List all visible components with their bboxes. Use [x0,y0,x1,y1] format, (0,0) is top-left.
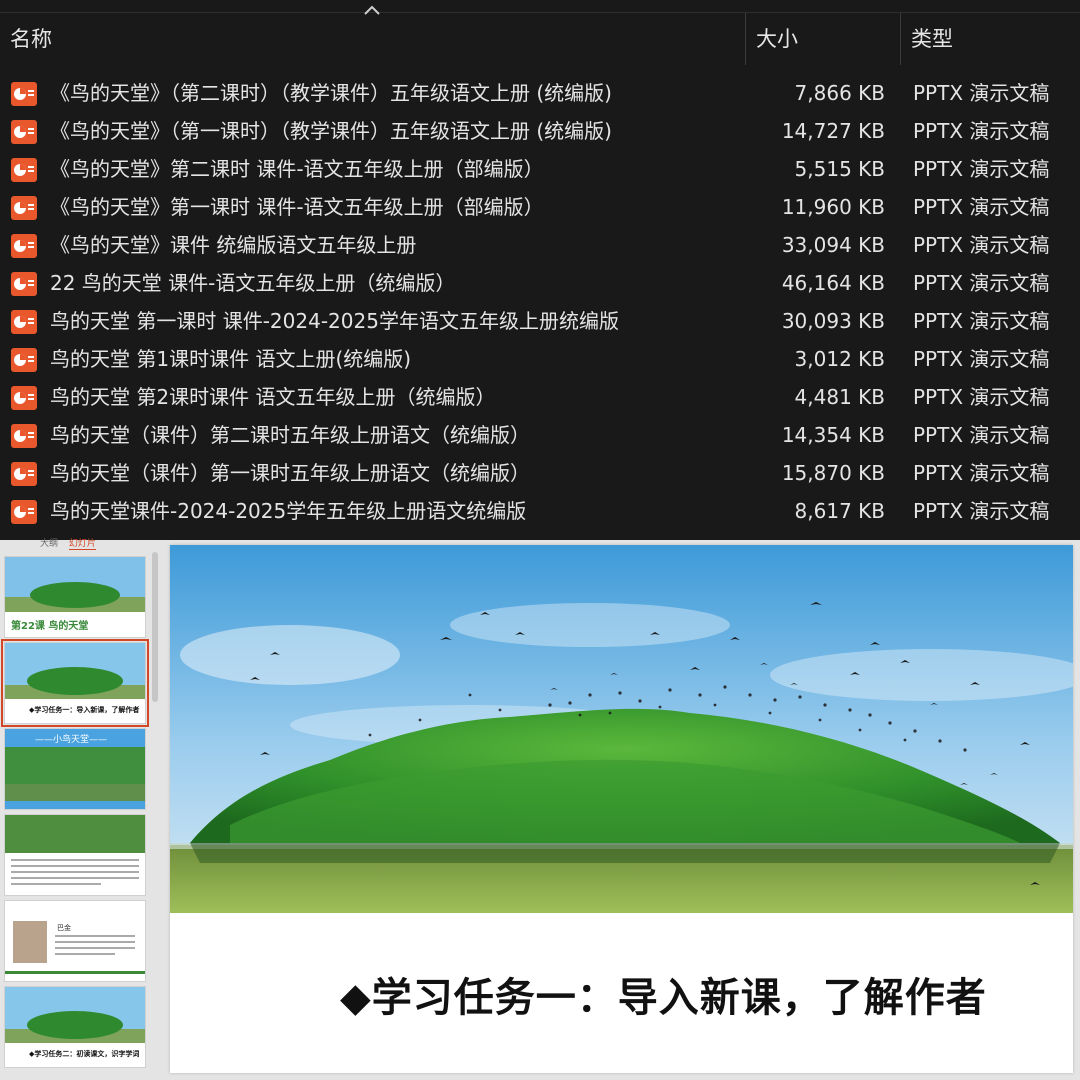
thumbnail-title: 第22课 鸟的天堂 [11,621,89,632]
file-type: PPTX 演示文稿 [913,499,1050,523]
file-type: PPTX 演示文稿 [913,461,1050,485]
pptx-file-icon [11,272,37,296]
file-type: PPTX 演示文稿 [913,309,1050,333]
file-name[interactable]: 鸟的天堂课件-2024-2025学年五年级上册语文统编版 [50,492,526,530]
file-size: 14,727 KB [781,119,885,143]
file-row[interactable]: 鸟的天堂 第2课时课件 语文五年级上册（统编版） 4,481 KB PPTX 演示文… [0,378,1080,416]
file-row[interactable]: 《鸟的天堂》（第一课时）（教学课件）五年级语文上册 (统编版) 14,727 KB… [0,112,1080,150]
file-type: PPTX 演示文稿 [913,81,1050,105]
thumbnail-image [5,901,145,981]
file-size: 7,866 KB [794,81,885,105]
tab-slides[interactable]: 幻灯片 [68,539,96,550]
file-row[interactable]: 鸟的天堂 第1课时课件 语文上册(统编版) 3,012 KB PPTX 演示文稿 [0,340,1080,378]
slide-thumbnail-1[interactable]: 第22课 鸟的天堂 [4,556,146,638]
file-type: PPTX 演示文稿 [913,423,1050,447]
file-type: PPTX 演示文稿 [913,347,1050,371]
file-type: PPTX 演示文稿 [913,233,1050,257]
file-name[interactable]: 鸟的天堂 第2课时课件 语文五年级上册（统编版） [50,378,495,416]
file-type: PPTX 演示文稿 [913,157,1050,181]
slide-thumbnail-panel: 第22课 鸟的天堂 ◆学习任务一：导入新课，了解作者 ——小鸟天堂—— 巴金 ◆… [0,550,160,1080]
file-name[interactable]: 《鸟的天堂》课件 统编版语文五年级上册 [50,226,416,264]
slide-thumbnail-2[interactable]: ◆学习任务一：导入新课，了解作者 [1,639,149,727]
file-size: 5,515 KB [794,157,885,181]
file-name[interactable]: 鸟的天堂（课件）第一课时五年级上册语文（统编版） [50,454,530,492]
file-size: 14,354 KB [781,423,885,447]
pptx-file-icon [11,120,37,144]
file-size: 3,012 KB [794,347,885,371]
slide-thumbnail-4[interactable] [4,814,146,896]
file-size: 46,164 KB [781,271,885,295]
tab-outline[interactable]: 大纲 [40,539,58,549]
file-type: PPTX 演示文稿 [913,195,1050,219]
pptx-file-icon [11,234,37,258]
column-header-type[interactable]: 类型 [901,13,1080,65]
thumbnail-title: ◆学习任务二：初读课文，识字学词 [29,1050,140,1058]
column-header-row: 名称 大小 类型 [0,5,1080,65]
file-type: PPTX 演示文稿 [913,271,1050,295]
file-name[interactable]: 22 鸟的天堂 课件-语文五年级上册（统编版） [50,264,455,302]
pptx-file-icon [11,500,37,524]
file-size: 4,481 KB [794,385,885,409]
file-size: 15,870 KB [781,461,885,485]
file-size: 33,094 KB [781,233,885,257]
file-size: 30,093 KB [781,309,885,333]
slide-heading: ◆学习任务一：导入新课，了解作者 [340,975,987,1021]
pptx-file-icon [11,82,37,106]
thumbnail-title: 巴金 [57,924,71,932]
file-name[interactable]: 鸟的天堂 第一课时 课件-2024-2025学年语文五年级上册统编版 [50,302,619,340]
thumbnail-image [5,815,145,885]
file-size: 11,960 KB [781,195,885,219]
file-row[interactable]: 《鸟的天堂》（第二课时）（教学课件）五年级语文上册 (统编版) 7,866 KB P… [0,74,1080,112]
file-name[interactable]: 《鸟的天堂》（第二课时）（教学课件）五年级语文上册 (统编版) [50,74,612,112]
pptx-file-icon [11,424,37,448]
file-type: PPTX 演示文稿 [913,385,1050,409]
file-name[interactable]: 鸟的天堂 第1课时课件 语文上册(统编版) [50,340,411,378]
file-name[interactable]: 《鸟的天堂》第二课时 课件-语文五年级上册（部编版） [50,150,544,188]
pptx-file-icon [11,196,37,220]
thumbnail-tabs: 大纲 幻灯片 [40,536,104,550]
slide-thumbnail-3[interactable]: ——小鸟天堂—— [4,728,146,810]
thumbnail-title: ◆学习任务一：导入新课，了解作者 [29,706,140,714]
file-row[interactable]: 鸟的天堂 第一课时 课件-2024-2025学年语文五年级上册统编版 30,093… [0,302,1080,340]
banyan-island-photo [170,545,1073,913]
file-row[interactable]: 《鸟的天堂》课件 统编版语文五年级上册 33,094 KB PPTX 演示文稿 [0,226,1080,264]
pptx-file-icon [11,386,37,410]
pptx-file-icon [11,348,37,372]
file-explorer: 名称 大小 类型 《鸟的天堂》（第二课时）（教学课件）五年级语文上册 (统编版)… [0,0,1080,540]
thumbnail-scrollbar[interactable] [152,552,158,702]
presentation-preview: 大纲 幻灯片 第22课 鸟的天堂 ◆学习任务一：导入新课，了解作者 ——小鸟天堂… [0,539,1080,1080]
column-header-name[interactable]: 名称 [0,13,745,65]
file-name[interactable]: 《鸟的天堂》（第一课时）（教学课件）五年级语文上册 (统编版) [50,112,612,150]
file-size: 8,617 KB [794,499,885,523]
column-header-size[interactable]: 大小 [746,13,900,65]
file-name[interactable]: 鸟的天堂（课件）第二课时五年级上册语文（统编版） [50,416,530,454]
slide-thumbnail-5[interactable]: 巴金 [4,900,146,982]
thumbnail-title: ——小鸟天堂—— [35,735,108,745]
file-type: PPTX 演示文稿 [913,119,1050,143]
pptx-file-icon [11,462,37,486]
file-row[interactable]: 鸟的天堂（课件）第二课时五年级上册语文（统编版） 14,354 KB PPTX 演示… [0,416,1080,454]
file-row[interactable]: 鸟的天堂（课件）第一课时五年级上册语文（统编版） 15,870 KB PPTX 演示… [0,454,1080,492]
file-row[interactable]: 22 鸟的天堂 课件-语文五年级上册（统编版） 46,164 KB PPTX 演示文… [0,264,1080,302]
file-row[interactable]: 鸟的天堂课件-2024-2025学年五年级上册语文统编版 8,617 KB PPTX… [0,492,1080,530]
pptx-file-icon [11,158,37,182]
file-row[interactable]: 《鸟的天堂》第二课时 课件-语文五年级上册（部编版） 5,515 KB PPTX 演… [0,150,1080,188]
pptx-file-icon [11,310,37,334]
file-name[interactable]: 《鸟的天堂》第一课时 课件-语文五年级上册（部编版） [50,188,544,226]
file-row[interactable]: 《鸟的天堂》第一课时 课件-语文五年级上册（部编版） 11,960 KB PPTX … [0,188,1080,226]
slide-thumbnail-6[interactable]: ◆学习任务二：初读课文，识字学词 [4,986,146,1068]
current-slide: ◆学习任务一：导入新课，了解作者 [170,545,1073,1073]
file-list: 《鸟的天堂》（第二课时）（教学课件）五年级语文上册 (统编版) 7,866 KB P… [0,74,1080,530]
